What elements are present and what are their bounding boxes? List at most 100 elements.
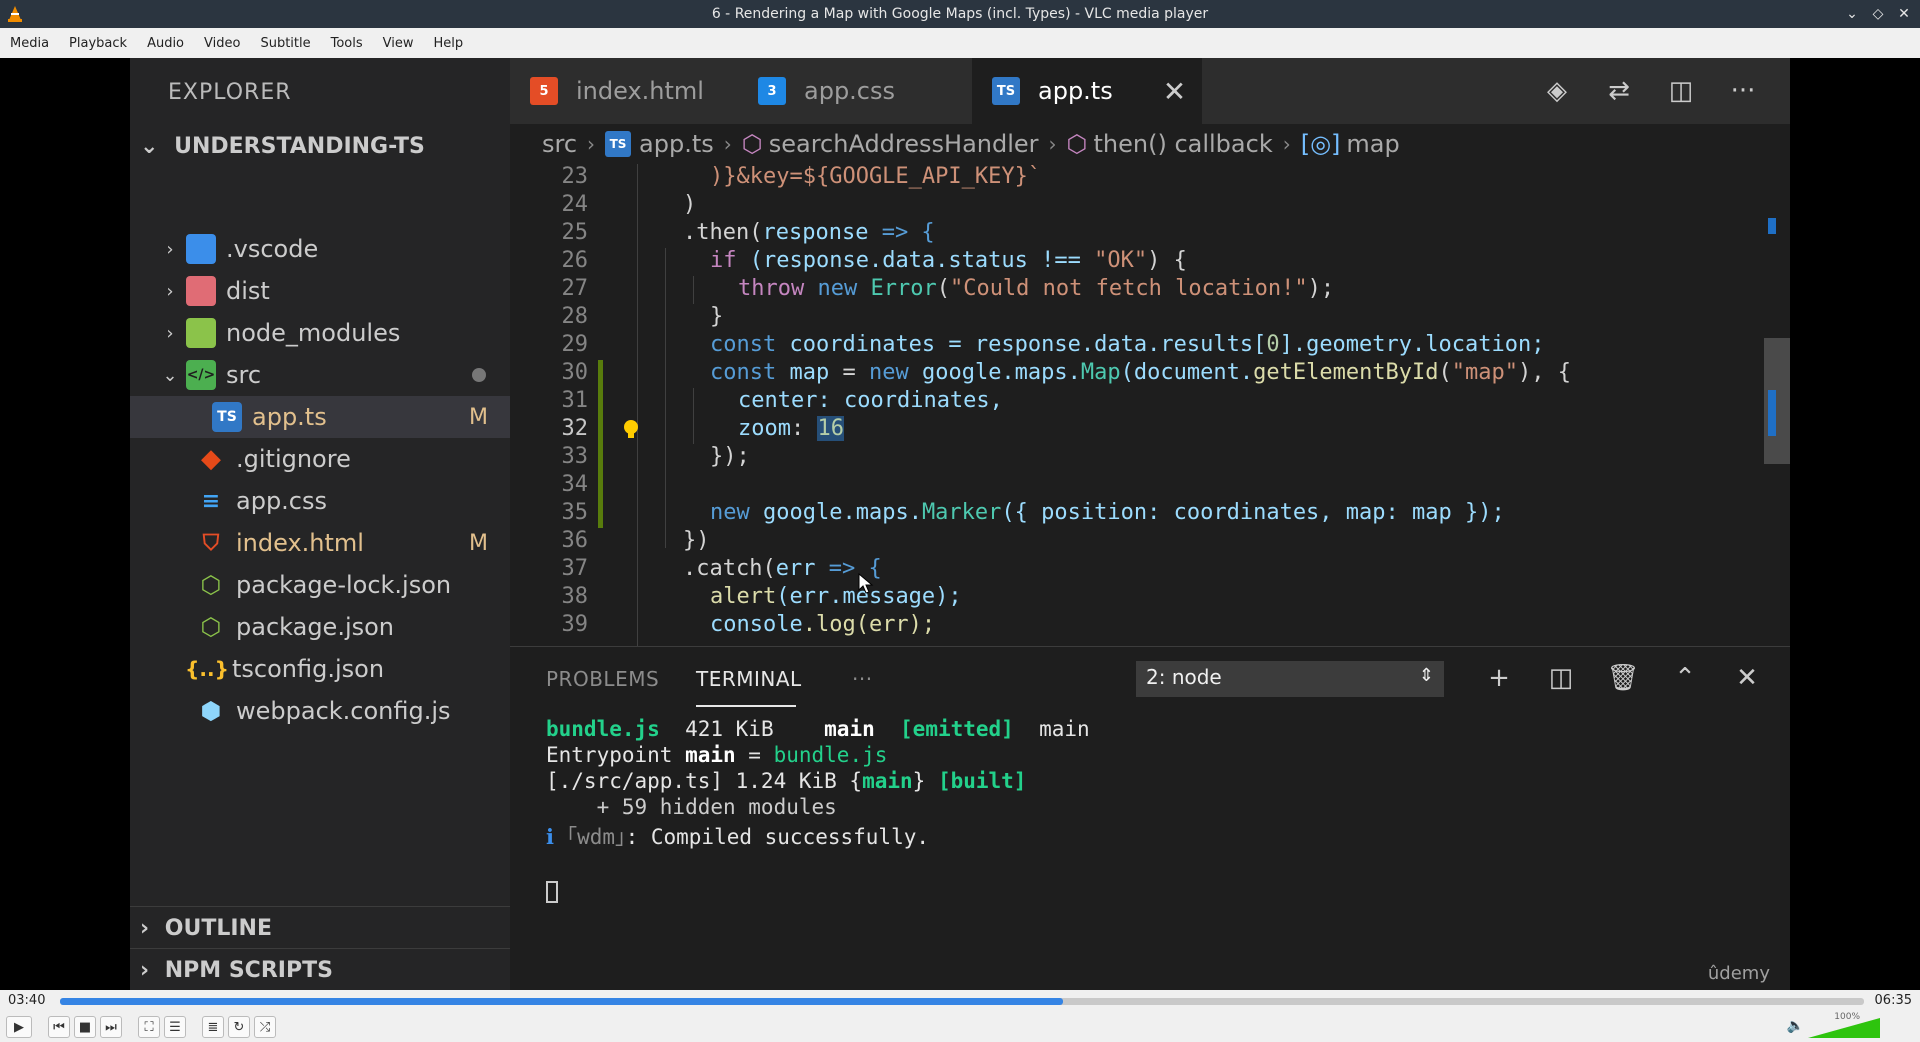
indent-guide — [693, 276, 694, 304]
code-line: const map = new google.maps.Map(document… — [710, 360, 1571, 385]
breadcrumb-item: app.ts — [639, 130, 714, 158]
code-token: )}&key=${GOOGLE_API_KEY}` — [710, 164, 1042, 189]
code-token: map — [776, 360, 830, 385]
chevron-right-icon: › — [1048, 132, 1057, 156]
code-token: ].geometry.location; — [1279, 332, 1545, 357]
terminal-token: bundle.js — [773, 743, 888, 767]
shuffle-icon[interactable]: ⤮ — [254, 1016, 276, 1038]
tree-item-label: package.json — [236, 613, 395, 641]
menu-audio[interactable]: Audio — [137, 36, 194, 51]
terminal-token: [emitted] — [874, 717, 1014, 741]
code-token: const — [710, 360, 777, 385]
code-line: }); — [710, 444, 750, 469]
terminal-panel: PROBLEMS TERMINAL ··· 2: node ⇕ + ◫ 🗑 ⌃ … — [510, 646, 1790, 990]
code-token: Marker — [921, 500, 1002, 525]
tree-item-vscode: › .vscode — [130, 228, 510, 270]
menu-media[interactable]: Media — [0, 36, 59, 51]
fullscreen-icon[interactable]: ⛶ — [138, 1016, 160, 1038]
maximize-icon[interactable]: ◇ — [1868, 4, 1888, 24]
tab-app-css: 3 app.css — [738, 58, 972, 124]
code-editor: 23 24 25 26 27 28 29 30 31 32 33 34 35 3… — [510, 164, 1790, 646]
breadcrumb-item: map — [1346, 130, 1400, 158]
code-token: google.maps. — [749, 500, 922, 525]
split-editor-icon: ◫ — [1668, 76, 1694, 106]
tab-label: index.html — [576, 77, 704, 105]
next-icon[interactable]: ⏭ — [100, 1016, 122, 1038]
git-modified-badge: M — [469, 404, 488, 430]
menu-video[interactable]: Video — [194, 36, 250, 51]
node-folder-icon — [186, 318, 216, 348]
terminal-select-value: 2: node — [1146, 665, 1222, 689]
minimize-icon[interactable]: ⌄ — [1842, 4, 1862, 24]
function-symbol-icon: ⬡ — [741, 130, 763, 158]
menu-playback[interactable]: Playback — [59, 36, 137, 51]
webpack-file-icon: ⬢ — [200, 697, 222, 725]
line-number: 30 — [561, 360, 589, 385]
editor-scrollbar — [1760, 164, 1790, 646]
git-added-gutter — [598, 360, 603, 528]
loop-icon[interactable]: ↻ — [228, 1016, 250, 1038]
menu-subtitle[interactable]: Subtitle — [250, 36, 320, 51]
line-number: 28 — [561, 304, 589, 329]
menu-help[interactable]: Help — [424, 36, 474, 51]
code-token: new — [804, 276, 871, 301]
speaker-icon[interactable]: 🔈 — [1787, 1018, 1804, 1034]
section-label: OUTLINE — [164, 916, 272, 941]
playlist-icon[interactable]: ≣ — [202, 1016, 224, 1038]
src-folder-icon: </> — [186, 360, 216, 390]
mouse-pointer-icon — [858, 573, 874, 594]
line-number: 33 — [561, 444, 589, 469]
extended-settings-icon[interactable]: ☰ — [164, 1016, 186, 1038]
play-icon[interactable]: ▶ — [6, 1016, 32, 1038]
tab-problems: PROBLEMS — [546, 667, 660, 691]
tree-item-src: ⌄ </> src — [130, 354, 510, 396]
video-area[interactable]: EXPLORER ⌄ UNDERSTANDING-TS › .vscode › … — [0, 58, 1920, 990]
breadcrumb-item: src — [542, 130, 578, 158]
line-number: 34 — [561, 472, 589, 497]
breadcrumb-item: then() callback — [1093, 130, 1273, 158]
tree-item-label: dist — [226, 277, 270, 305]
indent-guide — [693, 388, 694, 444]
seek-slider[interactable] — [60, 998, 1864, 1005]
tree-item-app-css: ≡ app.css — [130, 480, 510, 522]
line-number: 37 — [561, 556, 589, 581]
html-file-icon: 5 — [530, 77, 558, 105]
tab-terminal: TERMINAL — [696, 667, 802, 691]
code-token: ( — [936, 276, 950, 301]
tree-item-webpack-config: ⬢ webpack.config.js — [130, 690, 510, 732]
select-arrows-icon: ⇕ — [1418, 665, 1434, 686]
tree-item-index-html: ⛉ index.html M — [130, 522, 510, 564]
close-panel-icon: ✕ — [1736, 663, 1758, 693]
code-token: const — [710, 332, 777, 357]
indent-guide — [665, 248, 666, 548]
tree-item-label: .vscode — [226, 235, 319, 263]
menu-view[interactable]: View — [373, 36, 424, 51]
code-token: .then( — [683, 220, 763, 245]
terminal-token: [./src/app.ts] 1.24 KiB { — [546, 769, 863, 793]
code-token: throw — [738, 276, 805, 301]
stop-icon[interactable]: ■ — [74, 1016, 96, 1038]
volume-slider[interactable] — [1808, 1018, 1880, 1038]
code-line: }) — [683, 528, 710, 553]
line-number: 29 — [561, 332, 589, 357]
indent-guide — [637, 164, 638, 646]
html-file-icon: ⛉ — [202, 530, 220, 556]
code-line: new google.maps.Marker({ position: coord… — [710, 500, 1505, 525]
tree-item-label: package-lock.json — [236, 571, 452, 599]
terminal-token: main — [685, 743, 736, 767]
tree-item-label: .gitignore — [236, 445, 351, 473]
code-line: console.log(err); — [710, 612, 935, 637]
line-number: 23 — [561, 164, 589, 189]
chevron-right-icon: › — [166, 238, 174, 260]
chevron-down-icon: ⌄ — [162, 364, 178, 386]
previous-icon[interactable]: ⏮ — [48, 1016, 70, 1038]
tree-item-gitignore: ◆ .gitignore — [130, 438, 510, 480]
menu-tools[interactable]: Tools — [321, 36, 373, 51]
chevron-right-icon: › — [166, 322, 174, 344]
close-window-icon[interactable]: ✕ — [1894, 4, 1914, 24]
code-line: alert(err.message); — [710, 584, 962, 609]
css-file-icon: ≡ — [201, 488, 221, 514]
code-token: ( — [1438, 360, 1452, 385]
line-number: 31 — [561, 388, 589, 413]
terminal-token: Entrypoint — [546, 743, 686, 767]
